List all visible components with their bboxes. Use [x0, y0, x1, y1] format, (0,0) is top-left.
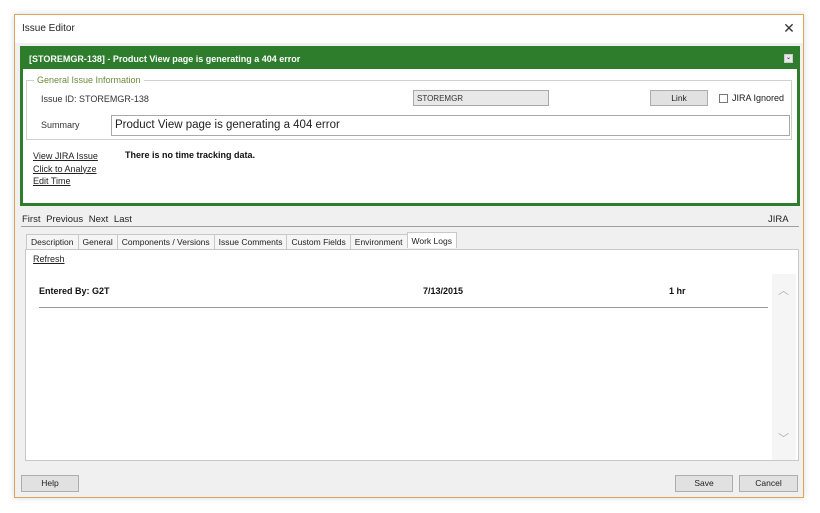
- row-divider: [39, 307, 768, 308]
- jira-ignored-label: JIRA Ignored: [732, 93, 785, 103]
- issue-id-label: Issue ID: STOREMGR-138: [41, 94, 149, 104]
- scroll-down-icon[interactable]: ﹀: [778, 430, 789, 446]
- title-bar: Issue Editor ✕: [15, 15, 803, 43]
- issue-actions: View JIRA Issue Click to Analyze Edit Ti…: [33, 150, 98, 188]
- click-to-analyze-link[interactable]: Click to Analyze: [33, 163, 98, 176]
- log-duration: 1 hr: [669, 286, 686, 296]
- issue-panel: [STOREMGR-138] - Product View page is ge…: [20, 46, 800, 206]
- log-date: 7/13/2015: [423, 286, 464, 296]
- refresh-link[interactable]: Refresh: [33, 254, 65, 264]
- tab-components-versions[interactable]: Components / Versions: [116, 234, 214, 250]
- jira-ignored-checkbox-row[interactable]: JIRA Ignored: [719, 93, 784, 103]
- view-jira-issue-link[interactable]: View JIRA Issue: [33, 150, 98, 163]
- table-row: Entered By: G2T 7/13/2015 1 hr: [39, 286, 767, 306]
- work-logs-panel: Refresh ︿ ﹀ Entered By: G2T 7/13/2015 1 …: [25, 249, 799, 461]
- window-title: Issue Editor: [22, 23, 75, 34]
- summary-label: Summary: [41, 120, 80, 130]
- pager: First Previous Next Last: [22, 214, 135, 225]
- tab-general[interactable]: General: [77, 234, 117, 250]
- issue-header-title: [STOREMGR-138] - Product View page is ge…: [29, 54, 301, 64]
- jira-ignored-checkbox[interactable]: [719, 93, 728, 103]
- entered-by: Entered By: G2T: [39, 286, 110, 296]
- close-icon[interactable]: ✕: [781, 19, 797, 37]
- next-link[interactable]: Next: [89, 214, 109, 225]
- tabs-area: Description General Components / Version…: [21, 226, 799, 463]
- time-tracking-message: There is no time tracking data.: [125, 150, 256, 160]
- previous-link[interactable]: Previous: [46, 214, 83, 225]
- issue-editor-window: Issue Editor ✕ [STOREMGR-138] - Product …: [14, 14, 804, 498]
- help-button[interactable]: Help: [21, 475, 79, 492]
- first-link[interactable]: First: [22, 214, 40, 225]
- summary-input[interactable]: Product View page is generating a 404 er…: [111, 115, 790, 136]
- tab-strip: Description General Components / Version…: [26, 232, 457, 250]
- group-legend: General Issue Information: [34, 75, 144, 85]
- tab-environment[interactable]: Environment: [349, 234, 407, 250]
- general-issue-info-group: General Issue Information Issue ID: STOR…: [26, 75, 792, 140]
- bottom-bar: Help Save Cancel: [15, 467, 803, 497]
- scroll-up-icon[interactable]: ︿: [778, 282, 789, 298]
- link-button[interactable]: Link: [650, 90, 708, 106]
- issue-header: [STOREMGR-138] - Product View page is ge…: [23, 49, 797, 69]
- tab-work-logs[interactable]: Work Logs: [406, 232, 457, 248]
- project-field[interactable]: STOREMGR: [413, 90, 549, 106]
- tab-issue-comments[interactable]: Issue Comments: [213, 234, 287, 250]
- edit-time-link[interactable]: Edit Time: [33, 175, 98, 188]
- last-link[interactable]: Last: [114, 214, 132, 225]
- tab-description[interactable]: Description: [26, 234, 78, 250]
- jira-label: JIRA: [768, 214, 789, 225]
- collapse-icon[interactable]: ⌄: [784, 54, 793, 63]
- cancel-button[interactable]: Cancel: [739, 475, 798, 492]
- save-button[interactable]: Save: [675, 475, 733, 492]
- tab-custom-fields[interactable]: Custom Fields: [286, 234, 350, 250]
